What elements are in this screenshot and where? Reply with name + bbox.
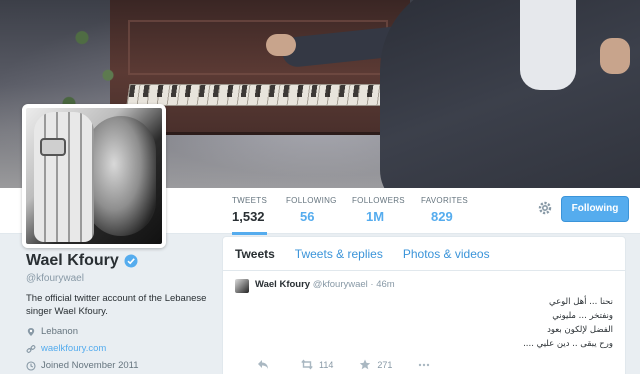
- verified-icon: [124, 254, 138, 268]
- tweet-header: Wael Kfoury @kfourywael · 46m: [255, 279, 395, 290]
- retweet-count: 114: [319, 359, 334, 370]
- profile-website-link[interactable]: waelkfoury.com: [41, 343, 106, 354]
- timeline-tabs: Tweets Tweets & replies Photos & videos: [223, 237, 625, 271]
- following-button[interactable]: Following: [561, 196, 629, 222]
- tab-tweets-replies[interactable]: Tweets & replies: [295, 247, 383, 261]
- stat-tweets-label: TWEETS: [232, 196, 268, 205]
- profile-website-row: waelkfoury.com: [26, 343, 216, 354]
- reply-icon[interactable]: [257, 359, 269, 370]
- tweet-item[interactable]: Wael Kfoury @kfourywael · 46m نحنا ... أ…: [223, 271, 625, 374]
- tweet-timestamp[interactable]: · 46m: [370, 279, 394, 290]
- timeline-panel: Tweets Tweets & replies Photos & videos …: [222, 236, 626, 374]
- banner-man-suit: [380, 0, 640, 188]
- banner-hand: [266, 34, 296, 56]
- stat-favorites-label: FAVORITES: [421, 196, 469, 205]
- profile-joined: Joined November 2011: [41, 360, 139, 371]
- more-icon[interactable]: [418, 359, 430, 370]
- profile-name-row: Wael Kfoury: [26, 252, 216, 270]
- tab-tweets[interactable]: Tweets: [235, 247, 275, 261]
- tweet-avatar[interactable]: [235, 279, 249, 293]
- profile-handle[interactable]: @kfourywael: [26, 273, 216, 284]
- favorite-icon[interactable]: [359, 359, 371, 370]
- clock-icon: [26, 360, 36, 371]
- tweet-author-name[interactable]: Wael Kfoury: [255, 279, 310, 290]
- profile-location: Lebanon: [41, 326, 78, 337]
- stat-following-label: FOLLOWING: [286, 196, 337, 205]
- tweet-text: نحنا ... أهل الوعي ونفتخر ... مليوني الف…: [523, 297, 613, 349]
- tweet-author-handle[interactable]: @kfourywael: [313, 279, 368, 290]
- favorite-count: 271: [377, 359, 393, 370]
- banner-hand-right: [600, 38, 630, 74]
- profile-avatar[interactable]: [22, 104, 166, 248]
- tweet-actions: 114 271: [257, 359, 462, 370]
- stat-following[interactable]: FOLLOWING 56: [286, 196, 337, 224]
- stat-favorites-value: 829: [431, 209, 453, 224]
- profile-bio-card: Wael Kfoury @kfourywael The official twi…: [26, 252, 216, 371]
- retweet-icon[interactable]: [301, 359, 313, 370]
- stat-tweets[interactable]: TWEETS 1,532: [232, 196, 268, 235]
- profile-name[interactable]: Wael Kfoury: [26, 252, 119, 270]
- stat-following-value: 56: [300, 209, 315, 224]
- more-action[interactable]: [418, 359, 436, 370]
- profile-joined-row: Joined November 2011: [26, 360, 216, 371]
- stat-followers[interactable]: FOLLOWERS 1M: [352, 196, 405, 224]
- reply-action[interactable]: [257, 359, 275, 370]
- tab-photos-videos[interactable]: Photos & videos: [403, 247, 490, 261]
- stat-tweets-value: 1,532: [232, 209, 265, 224]
- profile-location-row: Lebanon: [26, 326, 216, 337]
- avatar-ring: [40, 138, 66, 156]
- banner-shirt: [520, 0, 576, 90]
- favorite-action[interactable]: 271: [359, 359, 392, 370]
- avatar-face: [86, 116, 156, 236]
- stat-favorites[interactable]: FAVORITES 829: [421, 196, 468, 224]
- location-icon: [27, 327, 35, 336]
- stat-followers-label: FOLLOWERS: [352, 196, 405, 205]
- avatar-hand: [34, 112, 94, 242]
- profile-bio: The official twitter account of the Leba…: [26, 293, 207, 317]
- retweet-action[interactable]: 114: [301, 359, 333, 370]
- gear-icon[interactable]: [537, 200, 553, 216]
- banner-piano-keys: [126, 84, 420, 106]
- link-icon: [26, 344, 36, 353]
- stat-followers-value: 1M: [366, 209, 385, 224]
